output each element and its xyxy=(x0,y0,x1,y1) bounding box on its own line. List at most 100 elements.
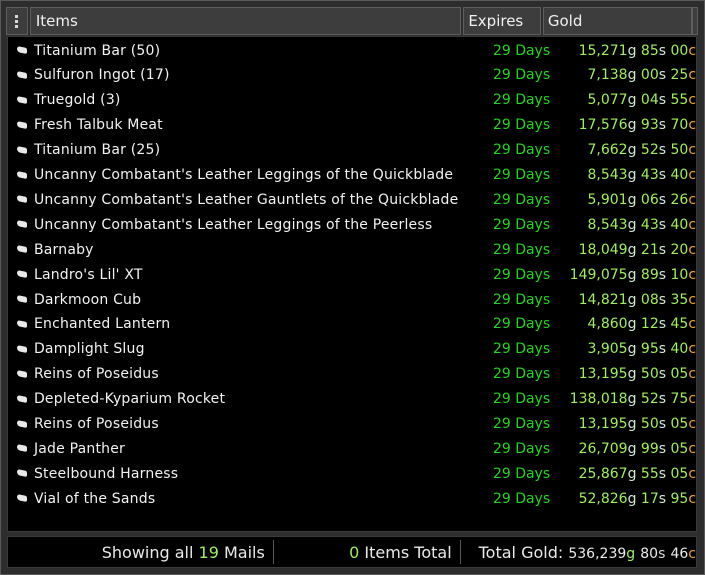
silver-unit: s xyxy=(658,465,667,482)
item-expires: 29 Days xyxy=(492,142,551,159)
items-column-header[interactable]: Items xyxy=(29,7,462,35)
mail-item-row[interactable]: Landro's Lil' XT 29 Days 149,075g 89s 10c xyxy=(8,262,696,287)
gold-amount: 7,662 xyxy=(587,142,628,159)
mail-item-row[interactable]: Fresh Talbuk Meat 29 Days 17,576g 93s 70c xyxy=(8,113,696,138)
gold-amount: 8,543 xyxy=(587,167,628,183)
gold-unit: g xyxy=(627,191,637,208)
mail-item-row[interactable]: Reins of Poseidus 29 Days 13,195g 50s 05c xyxy=(8,412,696,437)
total-gold-summary: Total Gold: 536,239g 80s 46c xyxy=(461,543,696,562)
item-gold: 52,826g 17s 95c xyxy=(563,491,696,507)
item-gold: 8,543g 43s 40c xyxy=(563,217,696,233)
mail-item-row[interactable]: Steelbound Harness 29 Days 25,867g 55s 05c xyxy=(8,461,696,486)
items-count: 0 xyxy=(349,542,360,562)
gold-unit: g xyxy=(627,167,637,183)
gold-unit: g xyxy=(627,366,637,383)
mail-item-row[interactable]: Uncanny Combatant's Leather Leggings of … xyxy=(8,163,696,188)
summary-bar: Showing all 19 Mails 0 Items Total Total… xyxy=(7,536,697,568)
silver-unit: s xyxy=(658,167,667,183)
silver-unit: s xyxy=(658,216,667,233)
mail-bullet-icon xyxy=(17,396,28,403)
mail-bullet-icon xyxy=(17,321,28,328)
gold-amount: 5,077 xyxy=(587,92,628,109)
silver-unit: s xyxy=(658,142,667,159)
copper-unit: c xyxy=(688,142,697,159)
gold-unit: g xyxy=(627,391,637,408)
gold-column-header[interactable]: Gold xyxy=(542,7,693,35)
expires-column-header[interactable]: Expires xyxy=(463,7,541,35)
mail-bullet-icon xyxy=(17,172,28,179)
silver-amount: 93 xyxy=(640,117,659,134)
mail-item-row[interactable]: Enchanted Lantern 29 Days 4,860g 12s 45c xyxy=(8,312,696,337)
mail-bullet-icon xyxy=(17,196,28,203)
mail-item-row[interactable]: Truegold (3) 29 Days 5,077g 04s 55c xyxy=(8,88,696,113)
gold-unit: g xyxy=(627,42,637,59)
copper-unit: c xyxy=(688,67,697,84)
copper-amount: 55 xyxy=(670,92,689,109)
copper-unit: c xyxy=(688,366,697,383)
mail-item-row[interactable]: Vial of the Sands 29 Days 52,826g 17s 95c xyxy=(8,486,696,511)
item-name: Uncanny Combatant's Leather Leggings of … xyxy=(33,167,454,183)
gold-unit: g xyxy=(627,440,637,457)
item-expires: 29 Days xyxy=(492,191,551,208)
mail-item-row[interactable]: Darkmoon Cub 29 Days 14,821g 08s 35c xyxy=(8,287,696,312)
mail-item-row[interactable]: Jade Panther 29 Days 26,709g 99s 05c xyxy=(8,436,696,461)
silver-amount: 89 xyxy=(640,266,659,283)
copper-amount: 70 xyxy=(670,117,689,134)
item-name: Darkmoon Cub xyxy=(33,291,142,308)
mail-item-row[interactable]: Titanium Bar (50) 29 Days 15,271g 85s 00c xyxy=(8,38,696,63)
silver-unit: s xyxy=(658,92,667,109)
copper-amount: 25 xyxy=(670,67,689,84)
item-gold: 15,271g 85s 00c xyxy=(563,43,696,59)
item-name: Damplight Slug xyxy=(33,341,145,358)
copper-unit: c xyxy=(688,92,697,109)
copper-amount: 95 xyxy=(670,490,689,507)
mail-bullet-icon xyxy=(17,97,28,104)
copper-unit: c xyxy=(688,191,697,208)
copper-unit: c xyxy=(688,241,697,258)
copper-amount: 45 xyxy=(670,316,689,333)
item-expires: 29 Days xyxy=(492,291,551,308)
silver-unit: s xyxy=(658,266,667,283)
silver-unit: s xyxy=(658,117,667,134)
copper-unit: c xyxy=(688,117,697,134)
item-name: Depleted-Kyparium Rocket xyxy=(33,391,226,408)
item-gold: 138,018g 52s 75c xyxy=(563,391,696,407)
silver-amount: 52 xyxy=(640,142,659,159)
silver-amount: 50 xyxy=(640,416,659,432)
item-name: Sulfuron Ingot (17) xyxy=(33,67,170,84)
item-name: Vial of the Sands xyxy=(33,490,156,507)
mails-suffix: Mails xyxy=(224,542,265,562)
mail-item-row[interactable]: Barnaby 29 Days 18,049g 21s 20c xyxy=(8,237,696,262)
mail-item-row[interactable]: Sulfuron Ingot (17) 29 Days 7,138g 00s 25c xyxy=(8,63,696,88)
mail-item-row[interactable]: Depleted-Kyparium Rocket 29 Days 138,018g … xyxy=(8,387,696,412)
menu-dots-button[interactable] xyxy=(6,7,28,35)
item-gold: 7,138g 00s 25c xyxy=(563,67,696,83)
silver-unit: s xyxy=(658,316,667,333)
gold-amount: 149,075 xyxy=(569,266,628,283)
gold-unit: g xyxy=(627,341,637,358)
mail-item-row[interactable]: Uncanny Combatant's Leather Gauntlets of… xyxy=(8,187,696,212)
item-expires: 29 Days xyxy=(492,241,551,258)
mail-item-row[interactable]: Titanium Bar (25) 29 Days 7,662g 52s 50c xyxy=(8,138,696,163)
item-gold: 4,860g 12s 45c xyxy=(563,316,696,332)
copper-amount: 26 xyxy=(670,191,689,208)
item-expires: 29 Days xyxy=(492,117,551,134)
copper-unit: c xyxy=(688,440,697,457)
silver-amount: 04 xyxy=(640,92,659,109)
copper-unit: c xyxy=(688,416,697,432)
gold-unit: g xyxy=(627,266,637,283)
silver-amount: 17 xyxy=(640,490,659,507)
mail-bullet-icon xyxy=(17,470,28,477)
mail-count: 19 xyxy=(198,542,219,562)
mail-item-row[interactable]: Reins of Poseidus 29 Days 13,195g 50s 05c xyxy=(8,362,696,387)
copper-amount: 50 xyxy=(670,142,689,159)
copper-amount: 00 xyxy=(670,42,689,59)
mail-item-row[interactable]: Damplight Slug 29 Days 3,905g 95s 40c xyxy=(8,337,696,362)
silver-amount: 43 xyxy=(640,216,659,233)
mail-item-row[interactable]: Uncanny Combatant's Leather Leggings of … xyxy=(8,212,696,237)
item-name: Uncanny Combatant's Leather Leggings of … xyxy=(33,216,433,233)
mail-bullet-icon xyxy=(17,495,28,502)
item-expires: 29 Days xyxy=(492,416,551,432)
gold-unit: g xyxy=(627,291,637,308)
column-header: Items Expires Gold xyxy=(6,7,698,35)
